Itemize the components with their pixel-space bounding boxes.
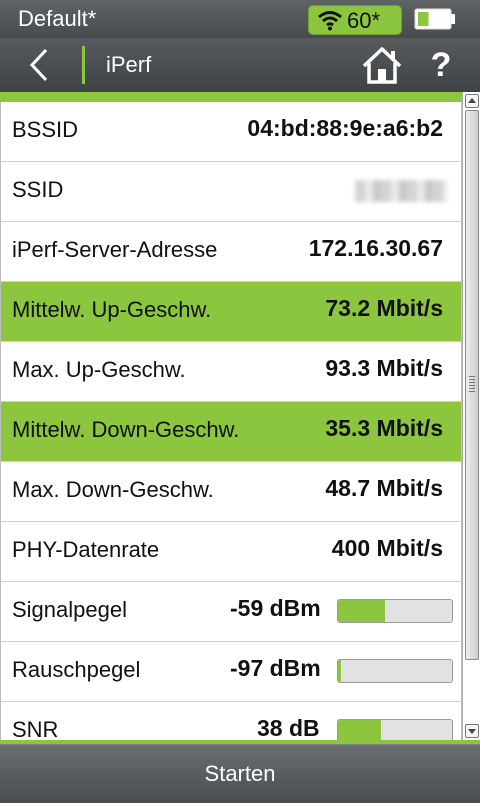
back-arrow-icon[interactable]	[22, 46, 58, 84]
row-label: Mittelw. Down-Geschw.	[12, 417, 240, 442]
battery-icon	[414, 8, 455, 30]
nav-divider	[82, 46, 85, 84]
row-value: 73.2 Mbit/s	[325, 295, 443, 321]
row-label: Max. Up-Geschw.	[12, 357, 186, 382]
chevron-down-icon	[468, 729, 476, 734]
row-label: Signalpegel	[12, 597, 127, 622]
noise-level-bar	[337, 659, 453, 683]
row-value: -97 dBm	[230, 655, 321, 681]
wifi-value: 60*	[347, 8, 381, 33]
snr-bar	[337, 719, 453, 740]
row-max-down-speed: Max. Down-Geschw. 48.7 Mbit/s	[0, 462, 462, 522]
row-avg-up-speed: Mittelw. Up-Geschw. 73.2 Mbit/s	[0, 282, 462, 342]
noise-level-fill	[338, 660, 342, 682]
row-value: 400 Mbit/s	[331, 535, 443, 561]
wifi-status-badge[interactable]: 60*	[308, 5, 402, 35]
row-value: 48.7 Mbit/s	[325, 475, 443, 501]
row-value: -59 dBm	[230, 595, 321, 621]
row-label: Mittelw. Up-Geschw.	[12, 297, 212, 322]
start-button[interactable]: Starten	[0, 744, 480, 801]
row-value: 172.16.30.67	[308, 235, 443, 261]
row-snr: SNR 38 dB	[0, 702, 462, 740]
nav-bar: iPerf ?	[0, 38, 480, 92]
row-value: 38 dB	[257, 715, 320, 740]
help-button[interactable]: ?	[426, 44, 456, 86]
row-label: BSSID	[12, 117, 79, 142]
scrollbar[interactable]	[462, 92, 480, 740]
row-label: iPerf-Server-Adresse	[12, 237, 218, 262]
row-ssid: SSID	[0, 162, 462, 222]
row-avg-down-speed: Mittelw. Down-Geschw. 35.3 Mbit/s	[0, 402, 462, 462]
row-server-address: iPerf-Server-Adresse 172.16.30.67	[0, 222, 462, 282]
results-list: BSSID 04:bd:88:9e:a6:b2 SSID iPerf-Serve…	[0, 102, 462, 740]
row-max-up-speed: Max. Up-Geschw. 93.3 Mbit/s	[0, 342, 462, 402]
row-label: Rauschpegel	[12, 657, 141, 682]
home-icon[interactable]	[360, 44, 404, 86]
row-label: SSID	[12, 177, 64, 202]
row-label: PHY-Datenrate	[12, 537, 160, 562]
scroll-down-button[interactable]	[465, 724, 479, 738]
ssid-redacted-value	[355, 180, 447, 202]
page-title: iPerf	[106, 52, 152, 77]
row-label: Max. Down-Geschw.	[12, 477, 214, 502]
row-value: 93.3 Mbit/s	[325, 355, 443, 381]
signal-level-bar	[337, 599, 453, 623]
row-noise-level: Rauschpegel -97 dBm	[0, 642, 462, 702]
scrollbar-track[interactable]	[465, 110, 479, 730]
header-accent-line	[0, 92, 462, 102]
row-label: SNR	[12, 717, 59, 740]
chevron-up-icon	[468, 98, 476, 103]
grip-icon	[469, 376, 475, 394]
signal-level-fill	[338, 600, 385, 622]
snr-fill	[338, 720, 382, 740]
row-value: 04:bd:88:9e:a6:b2	[247, 115, 443, 141]
scrollbar-thumb[interactable]	[465, 110, 479, 660]
profile-name: Default*	[18, 6, 97, 31]
row-value: 35.3 Mbit/s	[325, 415, 443, 441]
row-phy-rate: PHY-Datenrate 400 Mbit/s	[0, 522, 462, 582]
wifi-icon	[318, 11, 342, 31]
row-bssid: BSSID 04:bd:88:9e:a6:b2	[0, 102, 462, 162]
row-signal-level: Signalpegel -59 dBm	[0, 582, 462, 642]
scroll-up-button[interactable]	[465, 94, 479, 108]
status-bar: Default* 60*	[0, 0, 480, 38]
